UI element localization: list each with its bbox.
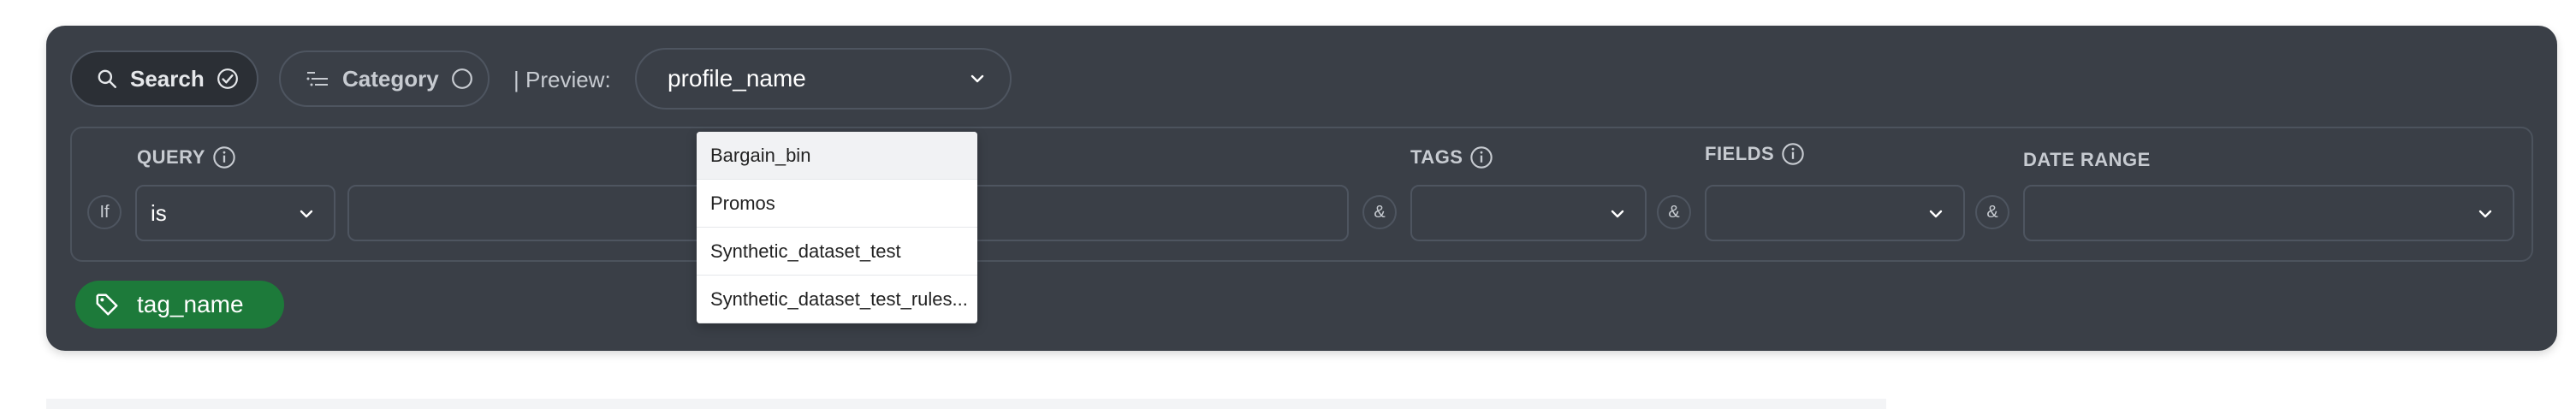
- filter-list-icon: [306, 72, 328, 86]
- query-label-group: QUERY: [137, 145, 236, 169]
- content-below-strip: [46, 399, 1886, 409]
- info-icon[interactable]: [212, 145, 236, 169]
- profile-dropdown-menu: Bargain_bin Promos Synthetic_dataset_tes…: [697, 132, 977, 323]
- tags-select[interactable]: [1410, 185, 1647, 241]
- search-icon: [98, 69, 116, 88]
- check-circle-icon: [217, 68, 238, 89]
- date-range-select[interactable]: [2023, 185, 2514, 241]
- query-operator-value: is: [151, 199, 167, 226]
- query-operator-select[interactable]: is: [135, 185, 335, 241]
- search-mode-label: Search: [130, 65, 205, 92]
- and-connector-3: &: [1975, 195, 2009, 229]
- date-range-label: DATE RANGE: [2023, 149, 2151, 170]
- and-connector-2: &: [1657, 195, 1691, 229]
- search-mode-button[interactable]: Search: [70, 50, 258, 107]
- empty-circle-icon: [451, 68, 472, 89]
- fields-label-group: FIELDS: [1705, 142, 1805, 166]
- dropdown-option[interactable]: Bargain_bin: [697, 132, 977, 180]
- chevron-down-icon: [970, 74, 984, 83]
- chevron-down-icon: [2478, 210, 2492, 218]
- chevron-down-icon: [1929, 210, 1943, 218]
- tags-label-group: TAGS: [1410, 145, 1493, 169]
- tags-label: TAGS: [1410, 146, 1463, 168]
- search-panel: Search Category | Preview: profile_name …: [46, 26, 2557, 351]
- page-frame: Search Category | Preview: profile_name …: [0, 0, 2576, 409]
- preview-label: | Preview:: [513, 67, 611, 92]
- fields-select[interactable]: [1705, 185, 1965, 241]
- preview-profile-select[interactable]: profile_name: [635, 48, 1012, 110]
- info-icon[interactable]: [1781, 142, 1805, 166]
- divider: [976, 146, 1335, 151]
- preview-profile-value: profile_name: [668, 65, 806, 92]
- tag-chip-label: tag_name: [137, 291, 244, 317]
- if-badge: If: [87, 195, 122, 229]
- fields-label: FIELDS: [1705, 143, 1775, 164]
- chevron-down-icon: [300, 210, 313, 218]
- tag-icon: [96, 293, 118, 316]
- category-mode-label: Category: [342, 65, 439, 92]
- category-mode-button[interactable]: Category: [279, 50, 490, 107]
- dropdown-option[interactable]: Synthetic_dataset_test: [697, 228, 977, 276]
- chevron-down-icon: [1611, 210, 1624, 218]
- and-connector-1: &: [1362, 195, 1397, 229]
- dropdown-option[interactable]: Synthetic_dataset_test_rules...: [697, 276, 977, 323]
- info-icon[interactable]: [1469, 145, 1493, 169]
- tag-chip[interactable]: tag_name: [75, 281, 284, 329]
- query-label: QUERY: [137, 146, 205, 168]
- dropdown-option[interactable]: Promos: [697, 180, 977, 228]
